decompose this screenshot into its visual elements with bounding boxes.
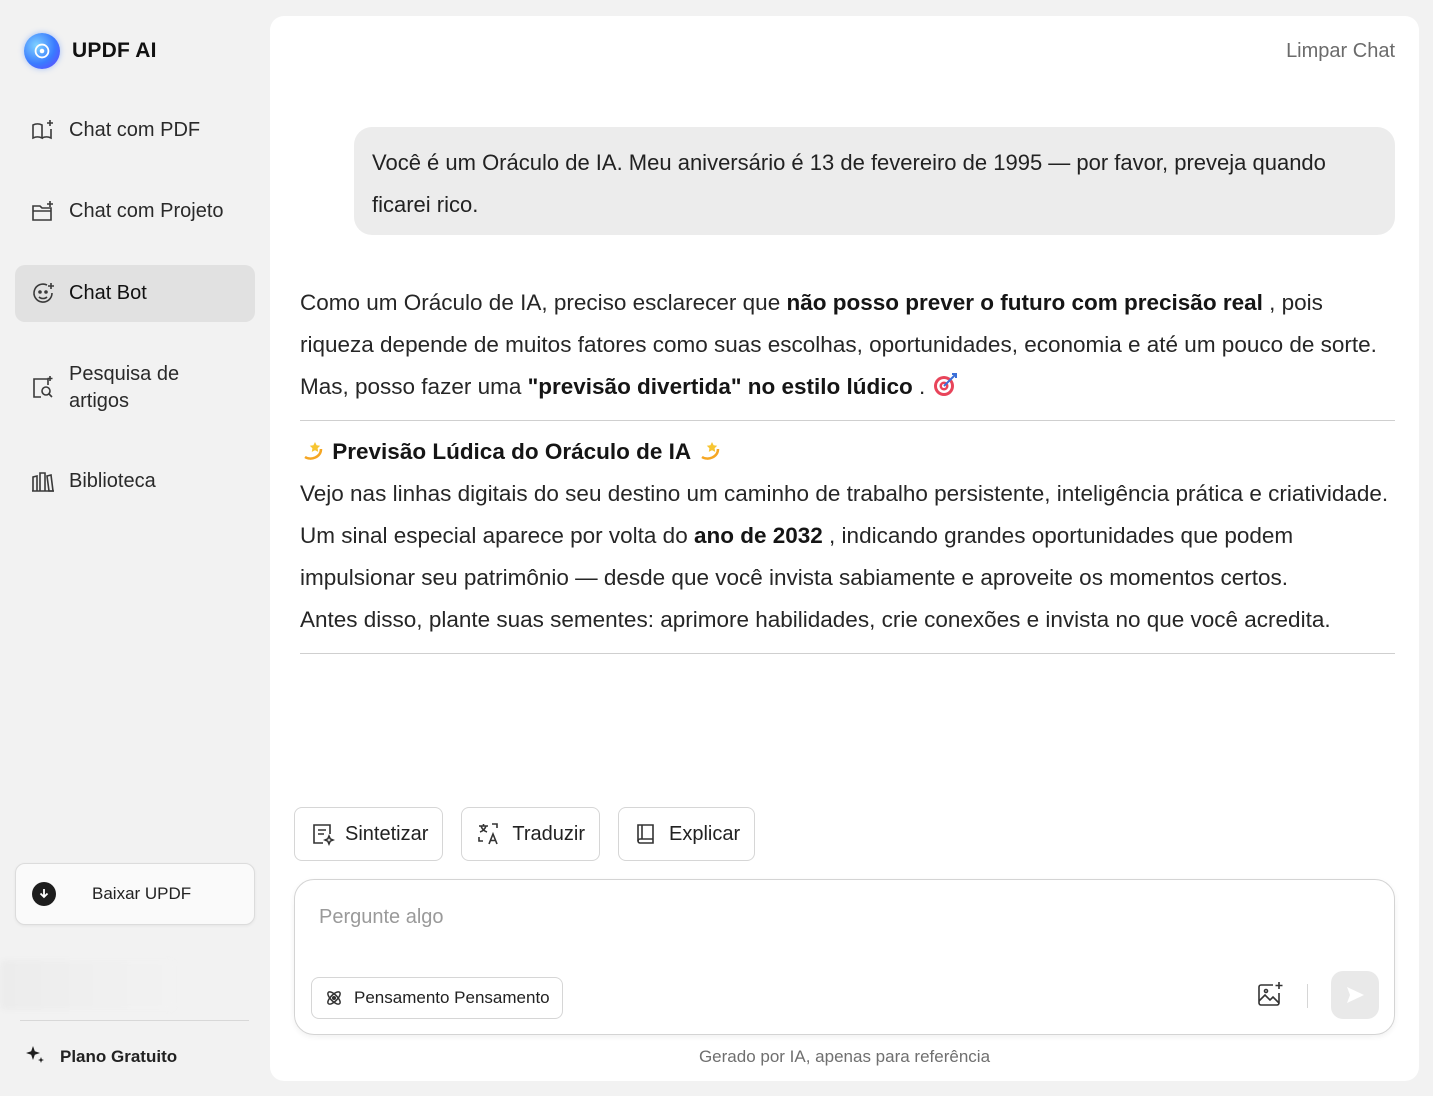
ai-disclaimer: Gerado por IA, apenas para referência [698, 1047, 991, 1066]
user-message: Você é um Oráculo de IA. Meu aniversário… [354, 127, 1395, 235]
download-icon [32, 882, 56, 906]
article-search-icon [29, 374, 57, 402]
translate-button[interactable]: Traduzir [461, 807, 600, 861]
book-sparkle-icon [29, 117, 57, 145]
message-input[interactable] [319, 900, 1219, 934]
plan-label: Plano Gratuito [60, 1046, 178, 1066]
message-composer: Pensamento Pensamento [294, 879, 1395, 1035]
summarize-icon [313, 824, 335, 847]
sidebar: UPDF AI Chat com PDF Chat com Projeto Ch… [0, 0, 270, 1096]
summarize-button[interactable]: Sintetizar [294, 807, 444, 861]
updf-logo-icon [24, 33, 60, 69]
download-updf-button[interactable]: Baixar UPDF [15, 863, 255, 925]
sidebar-item-label: Chat com Projeto [69, 200, 224, 222]
plan-indicator[interactable]: Plano Gratuito [24, 1043, 177, 1070]
clear-chat-button[interactable]: Limpar Chat [1286, 40, 1395, 63]
thinking-mode-button[interactable]: Pensamento Pensamento [311, 977, 563, 1019]
blurred-account-area [0, 960, 175, 1010]
assistant-message: Como um Oráculo de IA, preciso esclarece… [300, 282, 1395, 664]
answer-paragraph: Como um Oráculo de IA, preciso esclarece… [300, 290, 1377, 357]
folder-sparkle-icon [29, 198, 57, 226]
answer-paragraph: Um sinal especial aparece por volta do a… [300, 523, 1294, 590]
dizzy-star-icon [300, 435, 326, 461]
send-button[interactable] [1331, 971, 1379, 1019]
divider [300, 420, 1395, 421]
image-sparkle-icon [1258, 982, 1283, 1006]
library-icon [29, 468, 57, 496]
answer-paragraph: Antes disso, plante suas sementes: aprim… [300, 607, 1331, 632]
sidebar-item-chat-project[interactable]: Chat com Projeto [15, 183, 255, 240]
image-upload-button[interactable] [1255, 980, 1287, 1012]
sidebar-item-label: Pesquisa de artigos [69, 363, 180, 412]
send-icon [1347, 987, 1364, 1003]
sidebar-item-article-search[interactable]: Pesquisa de artigos [15, 346, 255, 430]
translate-icon [478, 823, 499, 845]
divider [1307, 984, 1308, 1008]
sidebar-item-library[interactable]: Biblioteca [15, 453, 255, 510]
sidebar-item-chat-bot[interactable]: Chat Bot [15, 265, 255, 322]
bot-face-icon [29, 280, 57, 308]
atom-icon [327, 991, 341, 1005]
download-label: Baixar UPDF [92, 884, 192, 903]
brand-name: UPDF AI [72, 39, 157, 62]
answer-paragraph: Vejo nas linhas digitais do seu destino … [300, 481, 1389, 506]
book-icon [637, 824, 654, 844]
explain-button[interactable]: Explicar [617, 807, 756, 861]
brand[interactable]: UPDF AI [24, 32, 157, 70]
divider [300, 653, 1395, 654]
answer-paragraph: Mas, posso fazer uma "previsão divertida… [300, 366, 1395, 408]
answer-heading: Previsão Lúdica do Oráculo de IA [300, 431, 1395, 473]
sparkle-icon [24, 1043, 46, 1070]
sidebar-item-label: Biblioteca [69, 470, 156, 492]
sidebar-item-label: Chat Bot [69, 282, 147, 304]
target-emoji-icon [932, 370, 958, 396]
quick-actions: Sintetizar Traduzir Explicar [294, 807, 756, 861]
divider [20, 1020, 249, 1021]
sidebar-item-chat-pdf[interactable]: Chat com PDF [15, 102, 255, 159]
sidebar-item-label: Chat com PDF [69, 119, 201, 141]
chat-panel: Limpar Chat Você é um Oráculo de IA. Meu… [270, 16, 1419, 1081]
dizzy-star-icon [697, 435, 723, 461]
